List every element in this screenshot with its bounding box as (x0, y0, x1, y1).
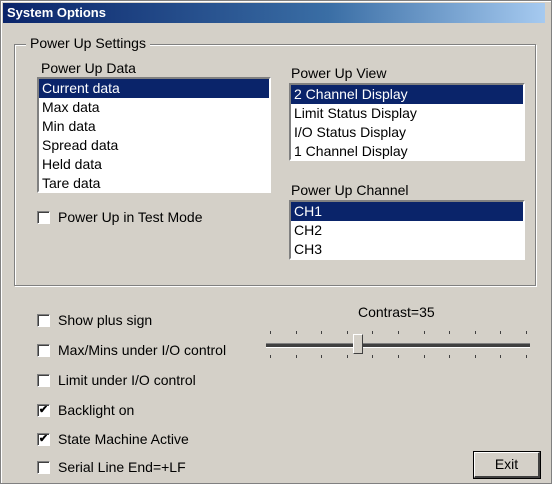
checkbox-box[interactable]: ✔ (37, 403, 50, 417)
slider-tick (270, 331, 271, 334)
contrast-label: Contrast=35 (358, 304, 435, 320)
contrast-slider-track[interactable] (266, 343, 530, 348)
list-item[interactable]: CH3 (291, 240, 523, 258)
slider-tick (321, 331, 323, 334)
slider-tick (372, 355, 374, 358)
slider-tick (449, 331, 451, 334)
slider-tick (346, 355, 348, 358)
exit-button[interactable]: Exit (473, 451, 541, 479)
slider-tick (423, 331, 425, 334)
slider-tick (449, 355, 451, 358)
power-up-data-label: Power Up Data (41, 60, 136, 76)
power-up-test-mode-checkbox[interactable]: Power Up in Test Mode (37, 209, 202, 225)
list-item[interactable]: Spread data (39, 136, 269, 155)
list-item[interactable]: Min data (39, 117, 269, 136)
list-item[interactable]: 1 Channel Display (291, 142, 523, 159)
list-item[interactable]: CH1 (291, 202, 523, 221)
state-machine-checkbox[interactable]: ✔ State Machine Active (37, 431, 189, 447)
max-mins-io-checkbox[interactable]: Max/Mins under I/O control (37, 342, 226, 358)
slider-tick (474, 355, 476, 358)
backlight-checkbox[interactable]: ✔ Backlight on (37, 402, 134, 418)
slider-tick (526, 331, 527, 334)
slider-tick (500, 355, 502, 358)
list-item[interactable]: 2 Channel Display (291, 85, 523, 104)
list-item[interactable]: I/O Status Display (291, 123, 523, 142)
option-label: Show plus sign (58, 312, 153, 328)
slider-tick (270, 355, 271, 358)
slider-tick (372, 331, 374, 334)
checkbox-box[interactable] (37, 343, 50, 357)
list-item[interactable]: Limit Status Display (291, 104, 523, 123)
list-item[interactable]: Tare data (39, 174, 269, 191)
serial-line-end-checkbox[interactable]: Serial Line End=+LF (37, 459, 186, 475)
power-up-view-list[interactable]: 2 Channel Display Limit Status Display I… (289, 83, 525, 161)
option-label: Backlight on (58, 402, 135, 418)
option-label: Max/Mins under I/O control (58, 342, 227, 358)
window-title: System Options (7, 5, 106, 20)
option-label: Limit under I/O control (58, 372, 196, 388)
checkbox-box[interactable] (37, 460, 50, 474)
slider-tick (398, 331, 399, 334)
list-item[interactable]: Held data (39, 155, 269, 174)
slider-tick (295, 331, 297, 334)
option-label: Serial Line End=+LF (58, 459, 186, 475)
checkbox-box[interactable] (37, 373, 50, 387)
slider-tick (295, 355, 297, 358)
title-bar[interactable]: System Options (3, 3, 545, 23)
list-item[interactable]: CH2 (291, 221, 523, 240)
exit-button-label: Exit (494, 456, 519, 472)
checkbox-box[interactable] (37, 210, 50, 224)
checkbox-box[interactable] (37, 313, 50, 327)
power-up-data-list[interactable]: Current data Max data Min data Spread da… (37, 77, 271, 193)
power-up-view-label: Power Up View (291, 65, 387, 81)
limit-io-checkbox[interactable]: Limit under I/O control (37, 372, 196, 388)
checkbox-box[interactable]: ✔ (37, 432, 50, 446)
power-up-test-mode-label: Power Up in Test Mode (58, 209, 203, 225)
slider-tick (474, 331, 476, 334)
slider-tick (423, 355, 425, 358)
list-item[interactable]: Max data (39, 98, 269, 117)
contrast-slider-thumb[interactable] (353, 334, 363, 354)
slider-tick (346, 331, 348, 334)
power-up-channel-label: Power Up Channel (291, 182, 409, 198)
power-up-settings-label: Power Up Settings (26, 35, 150, 51)
option-label: State Machine Active (58, 431, 189, 447)
slider-tick (500, 331, 502, 334)
slider-tick (398, 355, 399, 358)
slider-tick (321, 355, 323, 358)
power-up-channel-list[interactable]: CH1 CH2 CH3 (289, 200, 525, 260)
show-plus-sign-checkbox[interactable]: Show plus sign (37, 312, 152, 328)
slider-tick (526, 355, 527, 358)
list-item[interactable]: Current data (39, 79, 269, 98)
